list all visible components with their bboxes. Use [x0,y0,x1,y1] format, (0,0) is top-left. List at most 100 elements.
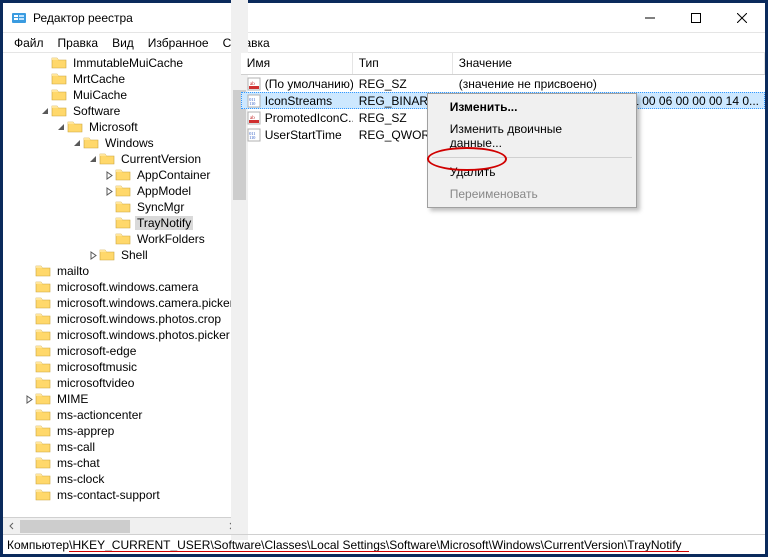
tree-item[interactable]: microsoft.windows.camera [3,279,240,295]
folder-icon [35,471,55,488]
cell-type: REG_SZ [353,77,453,91]
twisty-none [23,295,35,311]
minimize-button[interactable] [627,3,673,33]
values-pane: Имя Тип Значение ab(По умолчанию)REG_SZ(… [241,53,765,534]
folder-icon [99,151,119,168]
tree-item[interactable]: Shell [3,247,240,263]
tree-item-label: Microsoft [87,120,140,134]
value-row[interactable]: ab(По умолчанию)REG_SZ(значение не присв… [241,75,765,92]
tree-item[interactable]: WorkFolders [3,231,240,247]
tree-item[interactable]: MIME [3,391,240,407]
folder-icon [35,295,55,312]
tree-item[interactable]: AppModel [3,183,240,199]
tree-item-label: ms-clock [55,472,106,486]
twisty-none [23,375,35,391]
tree-hscrollbar[interactable] [3,517,240,534]
regedit-window: Редактор реестра Файл Правка Вид Избранн… [0,0,768,557]
tree-item[interactable]: ms-apprep [3,423,240,439]
context-menu-item[interactable]: Изменить... [430,96,634,118]
maximize-button[interactable] [673,3,719,33]
chevron-down-icon[interactable] [55,119,67,135]
tree-item-label: AppModel [135,184,193,198]
twisty-none [103,215,115,231]
twisty-none [23,423,35,439]
status-path: Компьютер\HKEY_CURRENT_USER\Software\Cla… [7,538,682,552]
folder-icon [67,119,87,136]
cell-name: ab(По умолчанию) [241,77,353,91]
col-value[interactable]: Значение [453,53,765,74]
tree-item[interactable]: ms-clock [3,471,240,487]
tree-item-label: ms-actioncenter [55,408,144,422]
tree-item-label: MuiCache [71,88,129,102]
menu-view[interactable]: Вид [105,34,141,52]
folder-icon [35,327,55,344]
twisty-none [23,343,35,359]
value-name-label: PromotedIconC... [265,111,353,125]
chevron-right-icon[interactable] [103,167,115,183]
tree-item-label: Windows [103,136,156,150]
folder-icon [115,215,135,232]
tree-item-label: microsoft-edge [55,344,138,358]
folder-icon [35,407,55,424]
close-button[interactable] [719,3,765,33]
tree-item-label: ms-apprep [55,424,116,438]
chevron-right-icon[interactable] [23,391,35,407]
list-header: Имя Тип Значение [241,53,765,75]
tree-item[interactable]: microsoftvideo [3,375,240,391]
tree-item[interactable]: MrtCache [3,71,240,87]
tree-item[interactable]: microsoft.windows.camera.picker [3,295,240,311]
tree-item[interactable]: MuiCache [3,87,240,103]
value-name-label: IconStreams [265,94,332,108]
tree-item[interactable]: microsoft.windows.photos.picker [3,327,240,343]
twisty-none [23,311,35,327]
twisty-none [23,471,35,487]
tree-item[interactable]: Windows [3,135,240,151]
tree-item-label: SyncMgr [135,200,186,214]
app-icon [11,10,27,26]
scroll-left-icon[interactable] [3,518,20,535]
twisty-none [103,231,115,247]
tree-item[interactable]: Microsoft [3,119,240,135]
twisty-none [23,455,35,471]
tree-item-label: Software [71,104,122,118]
registry-tree[interactable]: ImmutableMuiCacheMrtCache MuiCache Softwar… [3,53,240,517]
col-type[interactable]: Тип [353,53,453,74]
tree-item[interactable]: ms-contact-support [3,487,240,503]
tree-item[interactable]: microsoft-edge [3,343,240,359]
tree-item[interactable]: microsoftmusic [3,359,240,375]
chevron-down-icon[interactable] [71,135,83,151]
context-menu-separator [432,157,632,158]
tree-item[interactable]: ms-actioncenter [3,407,240,423]
menu-favorites[interactable]: Избранное [141,34,216,52]
value-name-label: UserStartTime [265,128,342,142]
menu-file[interactable]: Файл [7,34,51,52]
folder-icon [83,135,103,152]
tree-item-label: ms-chat [55,456,102,470]
tree-item[interactable]: ms-call [3,439,240,455]
chevron-right-icon[interactable] [87,247,99,263]
folder-icon [35,343,55,360]
twisty-none [23,439,35,455]
tree-item-label: Shell [119,248,150,262]
folder-icon [35,455,55,472]
chevron-down-icon[interactable] [39,103,51,119]
twisty-none [23,263,35,279]
tree-item[interactable]: SyncMgr [3,199,240,215]
tree-item[interactable]: TrayNotify [3,215,240,231]
tree-item[interactable]: Software [3,103,240,119]
tree-item[interactable]: ImmutableMuiCache [3,55,240,71]
chevron-down-icon[interactable] [87,151,99,167]
context-menu-item[interactable]: Изменить двоичные данные... [430,118,634,154]
tree-item[interactable]: microsoft.windows.photos.crop [3,311,240,327]
menu-edit[interactable]: Правка [51,34,106,52]
tree-item[interactable]: CurrentVersion [3,151,240,167]
tree-item[interactable]: mailto [3,263,240,279]
col-name[interactable]: Имя [241,53,353,74]
titlebar: Редактор реестра [3,3,765,33]
tree-item[interactable]: ms-chat [3,455,240,471]
context-menu-item[interactable]: Удалить [430,161,634,183]
tree-item[interactable]: AppContainer [3,167,240,183]
tree-item-label: MrtCache [71,72,127,86]
chevron-right-icon[interactable] [103,183,115,199]
folder-icon [115,231,135,248]
